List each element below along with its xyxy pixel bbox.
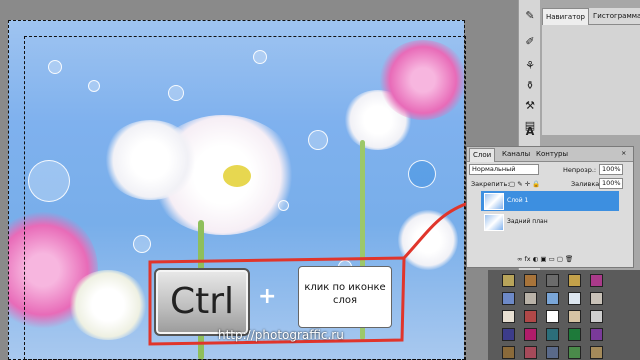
pencil-tool-icon[interactable]: ✎ [522,8,538,24]
layers-footer-icons[interactable]: ∞ fx ◐ ▣ ▭ ▢ 🗑 [517,255,573,263]
layer-thumbnail-icon[interactable] [484,193,504,210]
layer-row-selected[interactable]: Слой 1 [481,191,619,211]
tab-paths[interactable]: Контуры [533,148,571,161]
text-tool-icon[interactable]: A [522,124,538,140]
tab-channels[interactable]: Каналы [499,148,533,161]
color-swatch[interactable] [524,328,537,341]
color-swatch[interactable] [546,346,559,359]
color-swatch[interactable] [524,346,537,359]
hint-text: клик по иконке слоя [304,282,386,306]
color-swatch[interactable] [590,328,603,341]
blend-mode-select[interactable]: Нормальный [469,164,539,175]
hint-box: клик по иконке слоя [298,266,392,328]
fill-input[interactable]: 100% [599,178,623,189]
color-swatch[interactable] [502,274,515,287]
site-url: http://photograffic.ru [218,328,344,342]
lock-icons[interactable]: ▢ ✎ ✛ 🔒 [509,180,540,188]
color-swatch[interactable] [502,328,515,341]
opacity-input[interactable]: 100% [599,164,623,175]
layer-row[interactable]: Задний план [481,212,619,232]
ctrl-key-graphic: Ctrl [154,268,250,336]
ctrl-key-label: Ctrl [169,281,235,322]
color-swatch[interactable] [502,310,515,323]
color-swatch[interactable] [546,292,559,305]
color-swatch[interactable] [546,274,559,287]
brush-tool-icon[interactable]: ✐ [522,34,538,50]
opacity-label: Непрозр.: [563,166,597,174]
navigator-tabbar: Навигатор Гистограмма [542,8,640,25]
layers-panel: Слои Каналы Контуры × Нормальный Непрозр… [466,146,634,268]
tab-navigator[interactable]: Навигатор [542,8,589,25]
color-swatch[interactable] [524,292,537,305]
fill-label: Заливка: [571,180,602,188]
color-swatch[interactable] [568,274,581,287]
tab-histogram[interactable]: Гистограмма [590,8,640,24]
color-swatch[interactable] [524,310,537,323]
color-swatch[interactable] [590,292,603,305]
stamp-tool-icon[interactable]: ⚘ [522,58,538,74]
panel-close-icon[interactable]: × [621,149,626,157]
layer-name: Слой 1 [507,197,529,204]
color-swatch[interactable] [568,346,581,359]
color-swatch[interactable] [502,292,515,305]
layer-name: Задний план [507,218,548,225]
color-swatch[interactable] [546,310,559,323]
color-swatch[interactable] [590,346,603,359]
color-swatch[interactable] [590,274,603,287]
color-swatch[interactable] [568,310,581,323]
color-swatch[interactable] [502,346,515,359]
swatches-panel [488,270,640,360]
color-swatch[interactable] [568,292,581,305]
navigator-body [542,25,640,135]
color-swatch[interactable] [590,310,603,323]
color-swatch[interactable] [568,328,581,341]
color-swatch[interactable] [524,274,537,287]
plus-sign: + [258,284,277,309]
layer-thumbnail-icon[interactable] [484,214,504,231]
color-swatch[interactable] [546,328,559,341]
tab-layers[interactable]: Слои [469,148,496,162]
eraser-tool-icon[interactable]: ⚒ [522,98,538,114]
lock-label: Закрепить: [471,180,510,188]
history-brush-tool-icon[interactable]: ⚱ [522,78,538,94]
layers-tabbar: Слои Каналы Контуры × [467,147,633,162]
